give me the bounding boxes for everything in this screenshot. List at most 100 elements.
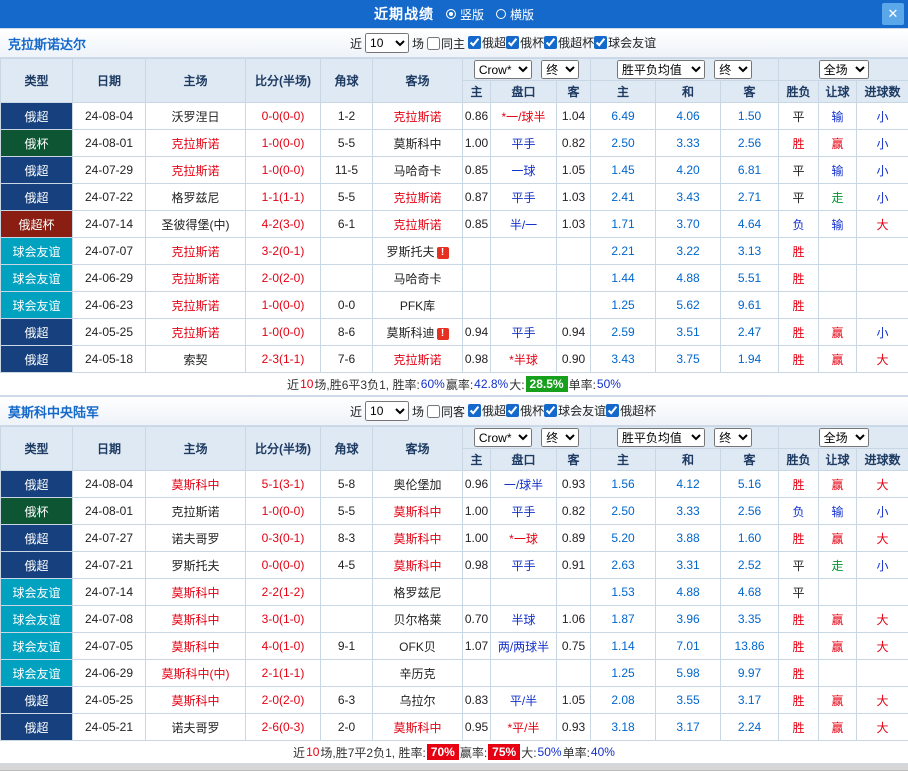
team-link[interactable]: 克拉斯诺 xyxy=(393,353,441,367)
league-filter[interactable]: 俄杯 xyxy=(506,34,544,51)
layout-radio-horizontal[interactable]: 横版 xyxy=(496,6,534,23)
team-link[interactable]: 克拉斯诺 xyxy=(171,505,219,519)
team-link[interactable]: 克拉斯诺 xyxy=(171,326,219,340)
result-handicap xyxy=(819,238,857,265)
result-handicap: 赢 xyxy=(819,346,857,373)
league-filter[interactable]: 俄超杯 xyxy=(544,34,594,51)
same-venue-checkbox[interactable] xyxy=(427,405,440,418)
ah-away-odds xyxy=(557,292,591,319)
odds-type-select[interactable]: 胜平负均值 xyxy=(617,428,705,447)
league-checkbox[interactable] xyxy=(506,36,519,49)
team-link[interactable]: 罗斯托夫 xyxy=(386,245,434,259)
team-link[interactable]: 克拉斯诺 xyxy=(171,137,219,151)
league-checkbox[interactable] xyxy=(606,404,619,417)
team-link[interactable]: 乌拉尔 xyxy=(399,694,435,708)
corner-cell: 11-5 xyxy=(321,157,373,184)
team-link[interactable]: 索契 xyxy=(183,353,207,367)
match-count-select[interactable]: 10 xyxy=(365,33,409,53)
team-link[interactable]: 莫斯科中 xyxy=(171,478,219,492)
match-row: 俄杯24-08-01克拉斯诺1-0(0-0)5-5莫斯科中1.00平手0.822… xyxy=(1,498,908,525)
odds-type-select[interactable]: 胜平负均值 xyxy=(617,60,705,79)
team-link[interactable]: 格罗兹尼 xyxy=(393,586,441,600)
odds-time-select[interactable]: 终 xyxy=(714,60,752,79)
same-venue-filter[interactable]: 同客 xyxy=(427,403,465,420)
team-link[interactable]: 奥伦堡加 xyxy=(393,478,441,492)
league-checkbox[interactable] xyxy=(544,404,557,417)
layout-radio-vertical[interactable]: 竖版 xyxy=(446,6,484,23)
team-link[interactable]: PFK库 xyxy=(400,299,435,313)
result-wdl: 胜 xyxy=(779,130,819,157)
team-link[interactable]: 诺夫哥罗 xyxy=(171,532,219,546)
team-link[interactable]: 莫斯科中 xyxy=(171,613,219,627)
team-link[interactable]: 沃罗涅日 xyxy=(171,110,219,124)
result-scope-select[interactable]: 全场 xyxy=(819,60,869,79)
team-link[interactable]: 格罗兹尼 xyxy=(171,191,219,205)
match-count-select[interactable]: 10 xyxy=(365,401,409,421)
team-link[interactable]: 克拉斯诺 xyxy=(171,299,219,313)
league-filter[interactable]: 俄超杯 xyxy=(606,402,656,419)
team-link[interactable]: OFK贝 xyxy=(399,640,436,654)
sub-header-result-handicap: 让球 xyxy=(819,81,857,103)
league-label: 俄超 xyxy=(482,402,506,419)
team-link[interactable]: 辛历克 xyxy=(399,667,435,681)
result-scope-select[interactable]: 全场 xyxy=(819,428,869,447)
result-handicap: 输 xyxy=(819,211,857,238)
score-cell: 0-3(0-1) xyxy=(246,525,321,552)
team-link[interactable]: 克拉斯诺 xyxy=(393,110,441,124)
team-link[interactable]: 克拉斯诺 xyxy=(171,272,219,286)
league-checkbox[interactable] xyxy=(544,36,557,49)
league-filter[interactable]: 俄杯 xyxy=(506,402,544,419)
team-link[interactable]: 莫斯科中 xyxy=(393,532,441,546)
league-filter[interactable]: 俄超 xyxy=(468,34,506,51)
team-link[interactable]: 马哈奇卡 xyxy=(393,164,441,178)
ah-line xyxy=(491,292,557,319)
team-link[interactable]: 马哈奇卡 xyxy=(393,272,441,286)
team-link[interactable]: 莫斯科中(中) xyxy=(162,667,230,681)
team-link[interactable]: 莫斯科中 xyxy=(393,137,441,151)
close-button[interactable]: ✕ xyxy=(882,3,904,25)
match-date: 24-05-21 xyxy=(73,714,146,741)
odds-time-select[interactable]: 终 xyxy=(714,428,752,447)
results-tbody: 俄超24-08-04莫斯科中5-1(3-1)5-8奥伦堡加0.96一/球半0.9… xyxy=(1,471,908,741)
ah-company-select[interactable]: Crow* xyxy=(474,428,532,447)
ah-time-select[interactable]: 终 xyxy=(541,428,579,447)
league-checkbox[interactable] xyxy=(506,404,519,417)
team-link[interactable]: 贝尔格莱 xyxy=(393,613,441,627)
league-filter[interactable]: 俄超 xyxy=(468,402,506,419)
odds-away: 2.56 xyxy=(721,498,779,525)
odds-home: 1.44 xyxy=(591,265,656,292)
team-link[interactable]: 莫斯科中 xyxy=(393,559,441,573)
league-checkbox[interactable] xyxy=(468,36,481,49)
summary-segment: 大: xyxy=(509,376,524,393)
ah-time-select[interactable]: 终 xyxy=(541,60,579,79)
team-link[interactable]: 莫斯科中 xyxy=(171,586,219,600)
team-link[interactable]: 诺夫哥罗 xyxy=(171,721,219,735)
ah-home-odds: 0.85 xyxy=(463,157,491,184)
same-venue-checkbox[interactable] xyxy=(427,37,440,50)
team-link[interactable]: 克拉斯诺 xyxy=(393,218,441,232)
results-table: 类型 日期 主场 比分(半场) 角球 客场 Crow* 终 胜平负均值 终 xyxy=(0,58,908,373)
odds-home: 2.50 xyxy=(591,498,656,525)
ah-line: *一/球半 xyxy=(491,103,557,130)
team-link[interactable]: 罗斯托夫 xyxy=(171,559,219,573)
team-link[interactable]: 莫斯科中 xyxy=(393,721,441,735)
league-filter[interactable]: 球会友谊 xyxy=(544,402,606,419)
team-link[interactable]: 莫斯科中 xyxy=(171,694,219,708)
team-link[interactable]: 克拉斯诺 xyxy=(393,191,441,205)
league-filter[interactable]: 球会友谊 xyxy=(594,34,656,51)
team-link[interactable]: 克拉斯诺 xyxy=(171,164,219,178)
team-link[interactable]: 克拉斯诺 xyxy=(171,245,219,259)
lineup-warning-icon[interactable]: ! xyxy=(437,247,449,259)
team-link[interactable]: 圣彼得堡(中) xyxy=(162,218,230,232)
ah-company-select[interactable]: Crow* xyxy=(474,60,532,79)
league-checkbox[interactable] xyxy=(468,404,481,417)
same-venue-filter[interactable]: 同主 xyxy=(427,35,465,52)
result-wdl: 胜 xyxy=(779,525,819,552)
team-link[interactable]: 莫斯科迪 xyxy=(386,326,434,340)
lineup-warning-icon[interactable]: ! xyxy=(437,328,449,340)
league-checkbox[interactable] xyxy=(594,36,607,49)
summary-segment: 50% xyxy=(538,745,562,759)
team-link[interactable]: 莫斯科中 xyxy=(171,640,219,654)
odds-away: 2.71 xyxy=(721,184,779,211)
team-link[interactable]: 莫斯科中 xyxy=(393,505,441,519)
